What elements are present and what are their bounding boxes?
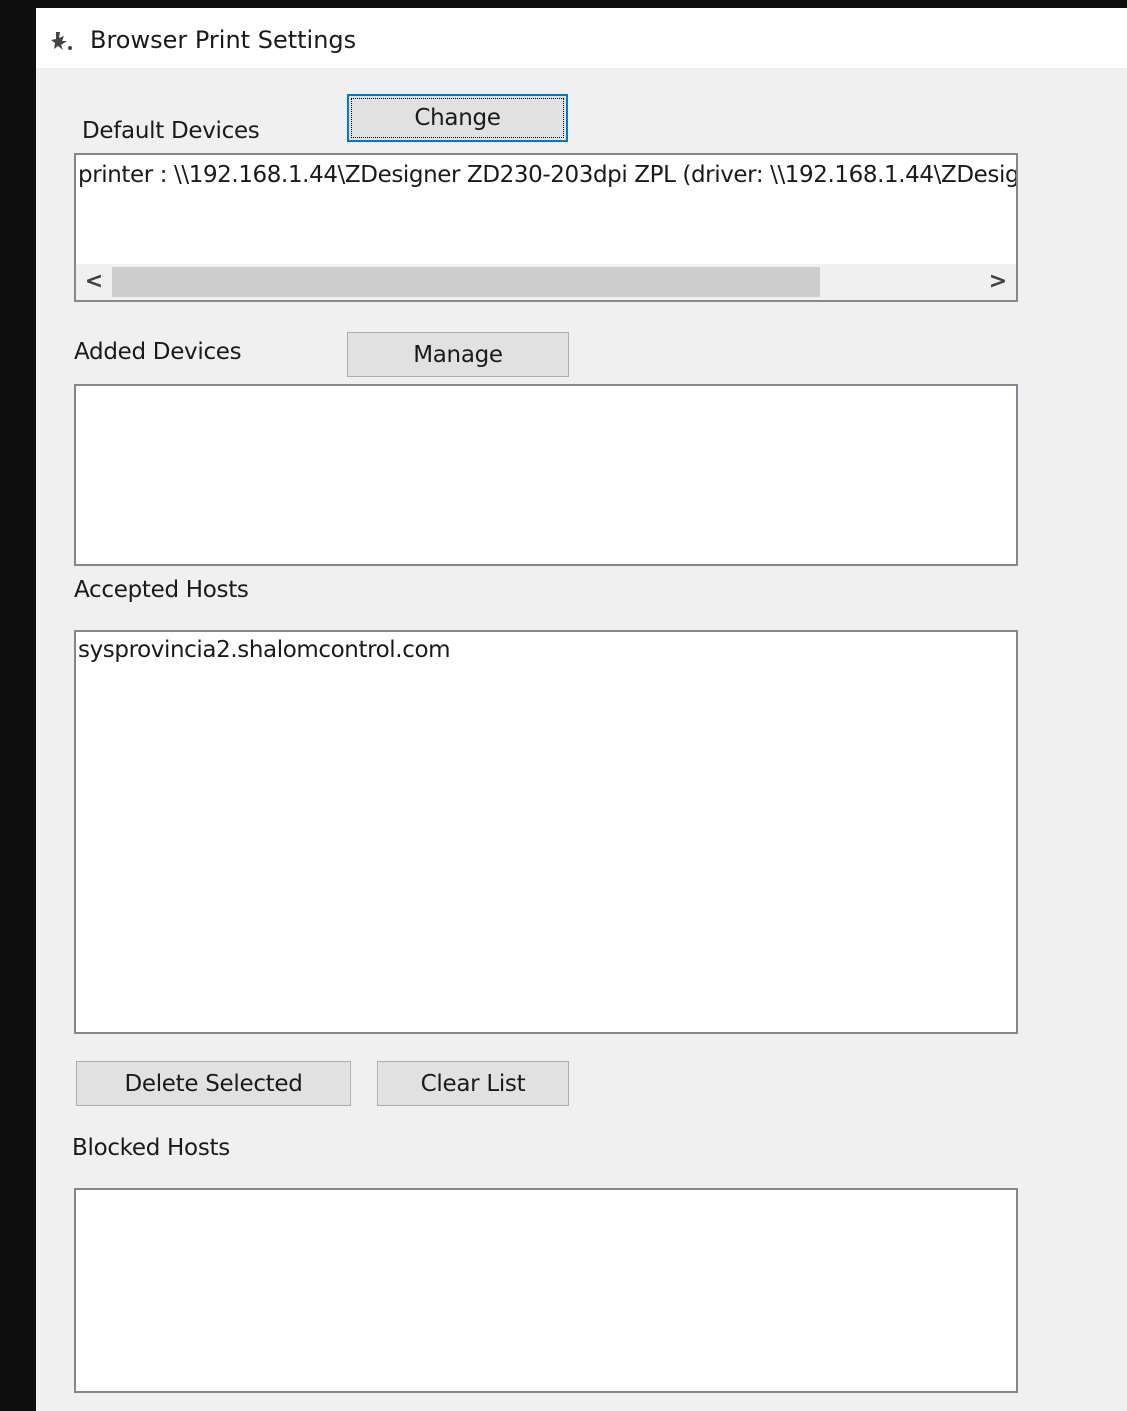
browser-print-settings-window: Browser Print Settings Default Devices C… bbox=[36, 8, 1127, 1411]
scroll-right-icon[interactable]: > bbox=[980, 264, 1016, 300]
accepted-hosts-label: Accepted Hosts bbox=[74, 577, 249, 603]
title-bar: Browser Print Settings bbox=[36, 8, 1127, 68]
scrollbar-thumb[interactable] bbox=[112, 267, 820, 297]
added-devices-label: Added Devices bbox=[74, 339, 242, 365]
printer-app-icon bbox=[51, 32, 72, 50]
horizontal-scrollbar[interactable]: < > bbox=[76, 264, 1016, 300]
list-item[interactable]: printer : \\192.168.1.44\ZDesigner ZD230… bbox=[78, 162, 1016, 188]
clear-list-button[interactable]: Clear List bbox=[377, 1061, 569, 1106]
change-button[interactable]: Change bbox=[347, 94, 568, 142]
blocked-hosts-list[interactable] bbox=[74, 1188, 1018, 1393]
default-devices-label: Default Devices bbox=[82, 118, 260, 144]
manage-button[interactable]: Manage bbox=[347, 332, 569, 377]
accepted-hosts-list[interactable]: sysprovincia2.shalomcontrol.com bbox=[74, 630, 1018, 1034]
delete-selected-button[interactable]: Delete Selected bbox=[76, 1061, 351, 1106]
added-devices-list[interactable] bbox=[74, 384, 1018, 566]
window-title: Browser Print Settings bbox=[90, 26, 357, 54]
blocked-hosts-label: Blocked Hosts bbox=[72, 1135, 230, 1161]
list-item[interactable]: sysprovincia2.shalomcontrol.com bbox=[78, 637, 451, 663]
default-devices-list[interactable]: printer : \\192.168.1.44\ZDesigner ZD230… bbox=[74, 153, 1018, 302]
scroll-left-icon[interactable]: < bbox=[76, 264, 112, 300]
